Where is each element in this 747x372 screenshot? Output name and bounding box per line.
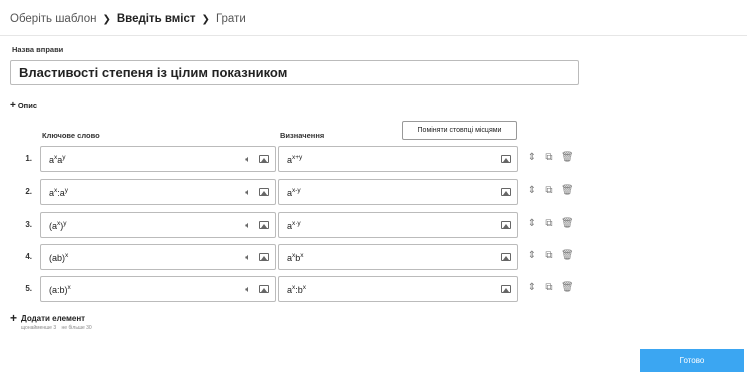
keyword-input[interactable]: axay 🔈︎ <box>40 146 276 172</box>
row-number: 3. <box>25 220 32 229</box>
image-icon[interactable] <box>259 155 269 163</box>
keyword-value: axay <box>49 153 66 165</box>
done-button[interactable]: Готово <box>640 349 744 372</box>
list-item: 2. ax:ay 🔈︎ ax-y ⇕ ⧉ 🗑︎ <box>0 179 600 205</box>
plus-icon: + <box>10 311 18 325</box>
definition-input[interactable]: ax+y <box>278 146 518 172</box>
trash-icon[interactable]: 🗑︎ <box>561 152 574 163</box>
row-number: 4. <box>25 252 32 261</box>
keyword-column-header: Ключове слово <box>42 131 100 140</box>
chevron-right-icon: ❯ <box>201 13 210 25</box>
description-toggle[interactable]: + Опис <box>10 100 37 111</box>
speaker-icon[interactable]: 🔈︎ <box>242 186 254 198</box>
definition-input[interactable]: ax·y <box>278 212 518 238</box>
up-down-arrows-icon[interactable]: ⇕ <box>527 282 537 293</box>
speaker-icon[interactable]: 🔈︎ <box>242 251 254 263</box>
plus-icon: + <box>10 100 16 111</box>
trash-icon[interactable]: 🗑︎ <box>561 218 574 229</box>
min-items-hint: щонайменше 3 <box>21 325 57 331</box>
keyword-value: ax:ay <box>49 186 69 198</box>
row-tools: ⇕ ⧉ 🗑︎ <box>527 185 574 196</box>
keyword-value: (ab)x <box>49 251 69 263</box>
duplicate-icon[interactable]: ⧉ <box>544 250 554 261</box>
definition-value: ax+y <box>287 153 303 165</box>
image-icon[interactable] <box>501 285 511 293</box>
row-tools: ⇕ ⧉ 🗑︎ <box>527 250 574 261</box>
image-icon[interactable] <box>259 253 269 261</box>
duplicate-icon[interactable]: ⧉ <box>544 282 554 293</box>
definition-value: axbx <box>287 251 304 263</box>
definition-input[interactable]: ax:bx <box>278 276 518 302</box>
speaker-icon[interactable]: 🔈︎ <box>242 283 254 295</box>
swap-columns-button[interactable]: Поміняти стовпці місцями <box>402 121 517 140</box>
description-toggle-label: Опис <box>17 101 37 110</box>
breadcrumb-enter-content: Введіть вміст <box>116 13 196 25</box>
definition-input[interactable]: axbx <box>278 244 518 270</box>
keyword-input[interactable]: (a:b)x 🔈︎ <box>40 276 276 302</box>
item-count-hint: щонайменше 3 не більше 30 <box>21 325 96 331</box>
up-down-arrows-icon[interactable]: ⇕ <box>527 218 537 229</box>
duplicate-icon[interactable]: ⧉ <box>544 185 554 196</box>
row-tools: ⇕ ⧉ 🗑︎ <box>527 152 574 163</box>
activity-name-input[interactable]: Властивості степеня із цілим показником <box>10 60 579 85</box>
trash-icon[interactable]: 🗑︎ <box>561 282 574 293</box>
speaker-icon[interactable]: 🔈︎ <box>242 153 254 165</box>
up-down-arrows-icon[interactable]: ⇕ <box>527 250 537 261</box>
row-tools: ⇕ ⧉ 🗑︎ <box>527 218 574 229</box>
image-icon[interactable] <box>501 188 511 196</box>
trash-icon[interactable]: 🗑︎ <box>561 250 574 261</box>
keyword-input[interactable]: (ax)y 🔈︎ <box>40 212 276 238</box>
breadcrumb-play[interactable]: Грати <box>216 13 246 25</box>
definition-value: ax·y <box>287 219 301 231</box>
definition-value: ax-y <box>287 186 301 198</box>
image-icon[interactable] <box>501 155 511 163</box>
keyword-value: (a:b)x <box>49 283 71 295</box>
image-icon[interactable] <box>259 285 269 293</box>
up-down-arrows-icon[interactable]: ⇕ <box>527 185 537 196</box>
definition-column-header: Визначення <box>280 131 325 140</box>
row-number: 2. <box>25 187 32 196</box>
keyword-value: (ax)y <box>49 219 67 231</box>
up-down-arrows-icon[interactable]: ⇕ <box>527 152 537 163</box>
list-item: 1. axay 🔈︎ ax+y ⇕ ⧉ 🗑︎ <box>0 146 600 172</box>
duplicate-icon[interactable]: ⧉ <box>544 218 554 229</box>
definition-value: ax:bx <box>287 283 307 295</box>
image-icon[interactable] <box>501 221 511 229</box>
list-item: 4. (ab)x 🔈︎ axbx ⇕ ⧉ 🗑︎ <box>0 244 600 270</box>
row-tools: ⇕ ⧉ 🗑︎ <box>527 282 574 293</box>
trash-icon[interactable]: 🗑︎ <box>561 185 574 196</box>
image-icon[interactable] <box>259 221 269 229</box>
keyword-input[interactable]: (ab)x 🔈︎ <box>40 244 276 270</box>
chevron-right-icon: ❯ <box>102 13 111 25</box>
image-icon[interactable] <box>501 253 511 261</box>
breadcrumb-choose-template[interactable]: Оберіть шаблон <box>10 13 96 25</box>
add-item-button[interactable]: + Додати елемент <box>10 311 85 325</box>
row-number: 1. <box>25 154 32 163</box>
max-items-hint: не більше 30 <box>61 325 92 331</box>
image-icon[interactable] <box>259 188 269 196</box>
list-item: 3. (ax)y 🔈︎ ax·y ⇕ ⧉ 🗑︎ <box>0 212 600 238</box>
list-item: 5. (a:b)x 🔈︎ ax:bx ⇕ ⧉ 🗑︎ <box>0 276 600 302</box>
duplicate-icon[interactable]: ⧉ <box>544 152 554 163</box>
speaker-icon[interactable]: 🔈︎ <box>242 219 254 231</box>
definition-input[interactable]: ax-y <box>278 179 518 205</box>
add-item-label: Додати елемент <box>21 313 86 323</box>
keyword-input[interactable]: ax:ay 🔈︎ <box>40 179 276 205</box>
activity-name-label: Назва вправи <box>12 45 64 54</box>
breadcrumb: Оберіть шаблон ❯ Введіть вміст ❯ Грати <box>10 10 246 28</box>
row-number: 5. <box>25 284 32 293</box>
header-divider <box>0 35 747 36</box>
